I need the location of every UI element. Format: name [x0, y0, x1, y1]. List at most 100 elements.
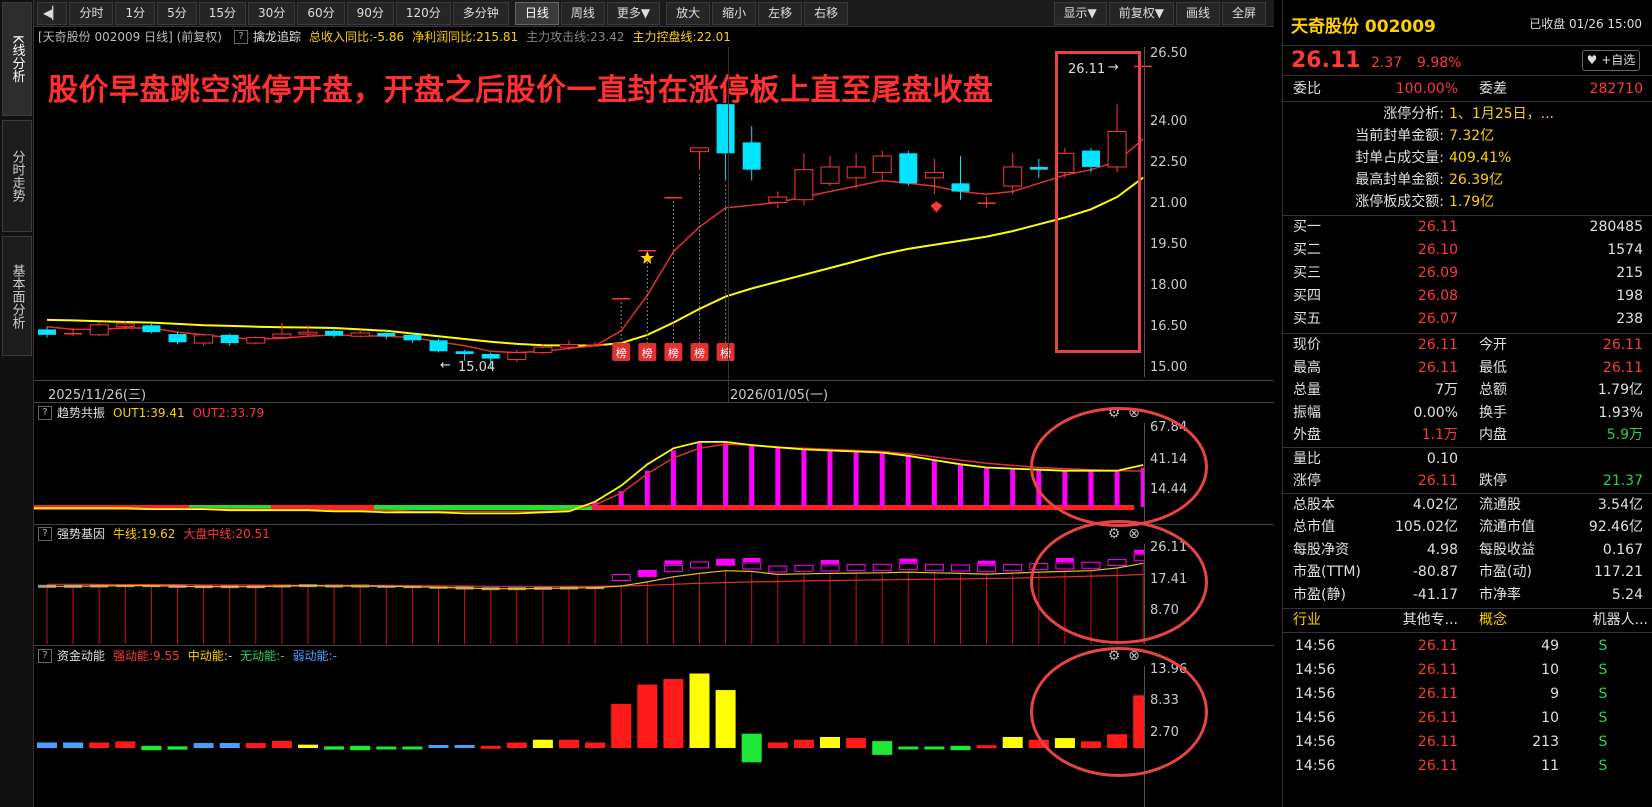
help-icon[interactable]: ?	[233, 30, 248, 44]
strong-indicator-name[interactable]: 强势基因	[57, 524, 105, 544]
fund-bar	[115, 741, 136, 748]
period-button-2[interactable]: 5分	[157, 1, 197, 25]
strong-box-top	[821, 560, 839, 564]
fund-bar	[532, 739, 553, 748]
trend-resonance-chart[interactable]	[34, 423, 1144, 523]
period-button-5[interactable]: 60分	[297, 1, 345, 25]
trend-bar	[801, 449, 807, 507]
quote-label: 量比	[1293, 450, 1321, 467]
quote-value-2: 92.46亿	[1588, 519, 1643, 535]
bid-row[interactable]: 买二 26.10 1574	[1283, 239, 1652, 262]
fund-bar	[663, 679, 684, 748]
bid-price: 26.10	[1417, 242, 1458, 258]
trend-indicator-name[interactable]: 趋势共振	[57, 403, 105, 423]
toolbar-right-button-3[interactable]: 全屏	[1221, 1, 1266, 25]
period-button-11[interactable]: 更多▼	[606, 1, 661, 25]
ranking-badge-label: 榜	[642, 346, 653, 360]
date-label-mid: 2026/01/05(一)	[730, 388, 829, 403]
candle-body	[403, 334, 422, 341]
strong-box-top	[742, 557, 761, 562]
trend-info-row: ? 趋势共振 OUT1:39.41 OUT2:33.79	[34, 403, 272, 423]
limit-analysis-row[interactable]: 涨停分析: 1、1月25日，...	[1283, 103, 1652, 125]
bid-row[interactable]: 买五 26.07 238	[1283, 308, 1652, 331]
bid-label: 买四	[1293, 288, 1321, 304]
period-button-1[interactable]: 1分	[115, 1, 156, 25]
strong-help-icon[interactable]: ?	[38, 527, 52, 541]
bid-price: 26.09	[1417, 265, 1458, 281]
period-button-7[interactable]: 120分	[395, 1, 451, 25]
period-button-9[interactable]: 日线	[514, 1, 559, 25]
bid-price: 26.07	[1417, 311, 1458, 327]
bid-row[interactable]: 买三 26.09 215	[1283, 262, 1652, 285]
stock-name[interactable]: 天奇股份 002009	[1291, 12, 1436, 37]
fund-bar	[376, 746, 397, 750]
limit-value: 409.41%	[1449, 150, 1512, 166]
quote-row: 市盈(静) -41.17 市净率 5.24	[1283, 584, 1652, 607]
quote-label: 总股本	[1293, 496, 1335, 513]
period-button-3[interactable]: 15分	[198, 1, 247, 25]
limit-analysis-row: 最高封单金额: 26.39亿	[1283, 169, 1652, 191]
strong-gene-chart[interactable]	[34, 544, 1144, 644]
quote-panel: 天奇股份 002009 已收盘 01/26 15:00 26.11 2.37 9…	[1282, 0, 1652, 807]
candle-body	[377, 332, 396, 337]
candle-body	[559, 343, 579, 348]
period-button-8[interactable]: 多分钟	[452, 1, 509, 25]
ranking-badge-label: 榜	[720, 346, 731, 360]
fund-bar	[298, 744, 318, 748]
diamond-icon	[930, 201, 943, 213]
trend-baseline-green-2	[374, 505, 592, 510]
bid-row[interactable]: 买一 26.11 280485	[1283, 216, 1652, 239]
period-button-13[interactable]: 缩小	[712, 1, 757, 25]
candle-body	[272, 333, 292, 339]
period-button-6[interactable]: 90分	[346, 1, 394, 25]
fund-bar	[559, 739, 579, 748]
period-button-14[interactable]: 左移	[758, 1, 803, 25]
collapse-panel-button[interactable]: ◀▏	[37, 1, 68, 25]
industry-row[interactable]: 行业 其他专... 概念 机器人...	[1283, 609, 1652, 632]
strong-info-row: ? 强势基因 牛线:19.62 大盘中线:20.51	[34, 524, 278, 544]
quote-row: 总股本 4.02亿 流通股 3.54亿	[1283, 494, 1652, 517]
period-button-10[interactable]: 周线	[560, 1, 605, 25]
price-change: 2.37	[1371, 55, 1403, 71]
bid-label: 买一	[1293, 219, 1321, 235]
toolbar-right-button-2[interactable]: 画线	[1175, 1, 1220, 25]
candle-body	[820, 166, 840, 184]
fund-help-icon[interactable]: ?	[38, 649, 52, 663]
trend-bar	[853, 451, 859, 507]
quote-label: 市盈(TTM)	[1293, 564, 1361, 580]
left-tab-bar: K线分析 分时走势 基本面分析	[0, 0, 34, 807]
toolbar-right-button-1[interactable]: 前复权▼	[1108, 1, 1174, 25]
trend-highlight-ellipse	[1030, 407, 1208, 527]
price-axis-label: 15.00	[1150, 360, 1188, 375]
candle-body	[1003, 166, 1023, 187]
fund-bar	[741, 733, 762, 763]
fund-bar	[193, 743, 214, 748]
quote-label-2: 每股收益	[1479, 541, 1535, 558]
price-axis-label: 22.50	[1150, 155, 1188, 171]
tab-timeshare[interactable]: 分时走势	[2, 120, 32, 232]
trend-help-icon[interactable]: ?	[38, 406, 52, 420]
fund-momentum-chart[interactable]	[34, 666, 1144, 806]
indicator-name[interactable]: 擒龙追踪	[253, 27, 301, 47]
quote-value: -41.17	[1412, 586, 1458, 603]
strong-box	[742, 562, 762, 570]
quote-row: 量比 0.10	[1283, 448, 1652, 471]
attack-line	[46, 138, 1144, 354]
period-button-15[interactable]: 右移	[804, 1, 849, 25]
limit-value: 1.79亿	[1449, 194, 1495, 210]
bid-volume: 280485	[1589, 219, 1643, 235]
candle-body	[298, 331, 318, 335]
tab-fundamentals[interactable]: 基本面分析	[2, 236, 32, 356]
bid-price: 26.11	[1417, 219, 1458, 235]
period-button-0[interactable]: 分时	[69, 1, 114, 25]
fund-indicator-name[interactable]: 资金动能	[57, 646, 105, 666]
period-button-4[interactable]: 30分	[248, 1, 296, 25]
fund-highlight-ellipse	[1030, 647, 1208, 777]
add-favorite-button[interactable]: ♥ +自选	[1582, 50, 1640, 71]
toolbar-right-button-0[interactable]: 显示▼	[1053, 1, 1107, 25]
tick-time: 14:56	[1295, 638, 1336, 654]
bid-row[interactable]: 买四 26.08 198	[1283, 285, 1652, 308]
period-button-12[interactable]: 放大	[666, 1, 711, 25]
tab-kline[interactable]: K线分析	[2, 2, 32, 116]
quote-divider	[1283, 101, 1652, 102]
